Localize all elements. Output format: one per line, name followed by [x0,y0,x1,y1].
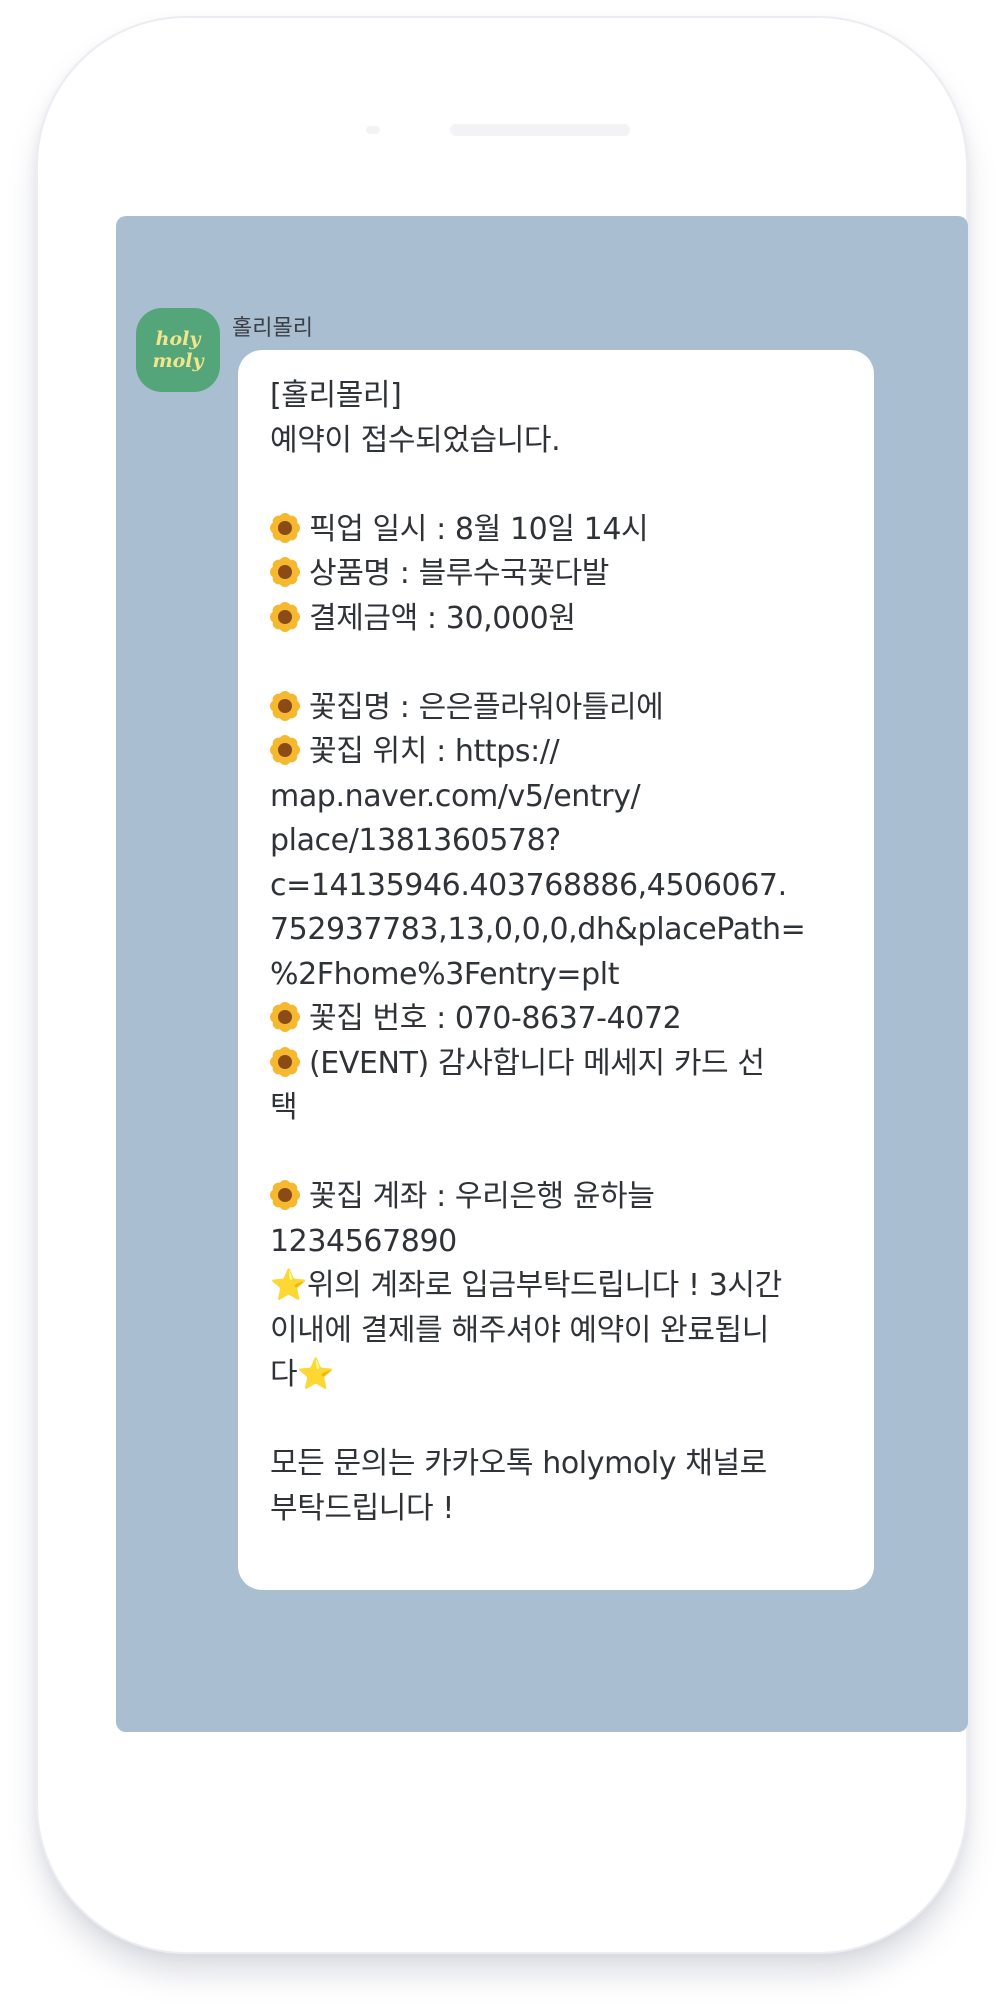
message-title: [홀리몰리] [270,378,402,413]
account-number: 1234567890 [270,1223,457,1259]
phone-line: 꽃집 번호 : 070-8637-4072 [270,997,848,1042]
sunflower-center [278,698,292,713]
chat-screen[interactable]: holy moly 홀리몰리 [홀리몰리] 예약이 접수되었습니다. 픽업 일시… [116,216,968,1732]
sunflower-icon [270,1046,300,1077]
location-url-part[interactable]: c=14135946.403768886,4506067. [270,864,848,909]
account-line: 꽃집 계좌 : 우리은행 윤하늘 [270,1175,848,1220]
notice-text-end: 다 [270,1357,298,1392]
location-label: 꽃집 위치 : https:// [309,734,560,769]
sunflower-icon [270,601,300,632]
message-bubble[interactable]: [홀리몰리] 예약이 접수되었습니다. 픽업 일시 : 8월 10일 14시 상… [238,350,874,1590]
phone-text: 꽃집 번호 : 070-8637-4072 [309,1001,682,1036]
star-icon: ⭐ [297,1357,335,1392]
amount-line: 결제금액 : 30,000원 [270,597,848,642]
sunflower-center [278,609,292,624]
sunflower-icon [270,1180,300,1210]
location-url-part[interactable]: place/1381360578? [270,819,848,864]
avatar-text-line1: holy [155,328,201,350]
product-text: 상품명 : 블루수국꽃다발 [309,556,609,591]
star-icon: ⭐ [270,1268,307,1303]
sunflower-icon [270,512,300,543]
phone-frame: holy moly 홀리몰리 [홀리몰리] 예약이 접수되었습니다. 픽업 일시… [36,16,968,1954]
front-camera [366,126,380,134]
location-url-part[interactable]: %2Fhome%3Fentry=plt [270,953,848,998]
earpiece-speaker [450,124,630,136]
event-line: (EVENT) 감사합니다 메세지 카드 선 [270,1042,848,1087]
location-url-part[interactable]: 752937783,13,0,0,0,dh&placePath= [270,908,848,953]
notice-text: 위의 계좌로 입금부탁드립니다 ! 3시간 [306,1268,782,1303]
sunflower-icon [270,1002,300,1032]
notice-line: ⭐위의 계좌로 입금부탁드립니다 ! 3시간 [270,1264,848,1309]
notice-line-continued: 이내에 결제를 해주셔야 예약이 완료됩니 [270,1312,769,1348]
location-line: 꽃집 위치 : https:// [270,730,848,775]
product-line: 상품명 : 블루수국꽃다발 [270,552,848,597]
location-url-part[interactable]: map.naver.com/v5/entry/ [270,775,848,820]
inquiry-line-continued: 부탁드립니다 ! [270,1490,454,1526]
event-line-continued: 택 [270,1090,298,1125]
inquiry-line: 모든 문의는 카카오톡 holymoly 채널로 [270,1446,767,1481]
sunflower-icon [270,690,300,721]
avatar-text-line2: moly [152,350,204,372]
sunflower-center [278,1010,292,1024]
notice-line-end: 다⭐ [270,1353,848,1398]
sunflower-center [278,565,292,579]
channel-avatar[interactable]: holy moly [136,308,220,392]
message-intro: 예약이 접수되었습니다. [270,422,561,458]
sunflower-icon [270,735,300,765]
pickup-text: 픽업 일시 : 8월 10일 14시 [309,511,649,547]
shop-name-line: 꽃집명 : 은은플라워아틀리에 [270,686,848,731]
sunflower-icon [270,557,300,587]
sender-name: 홀리몰리 [232,316,313,341]
shop-name-text: 꽃집명 : 은은플라워아틀리에 [309,689,664,725]
pickup-line: 픽업 일시 : 8월 10일 14시 [270,508,848,553]
account-text: 꽃집 계좌 : 우리은행 윤하늘 [309,1179,655,1214]
sunflower-center [278,743,292,757]
sunflower-center [278,1188,292,1202]
amount-text: 결제금액 : 30,000원 [309,600,576,636]
sunflower-center [278,520,292,535]
event-text: (EVENT) 감사합니다 메세지 카드 선 [309,1045,765,1081]
sunflower-center [278,1054,292,1069]
